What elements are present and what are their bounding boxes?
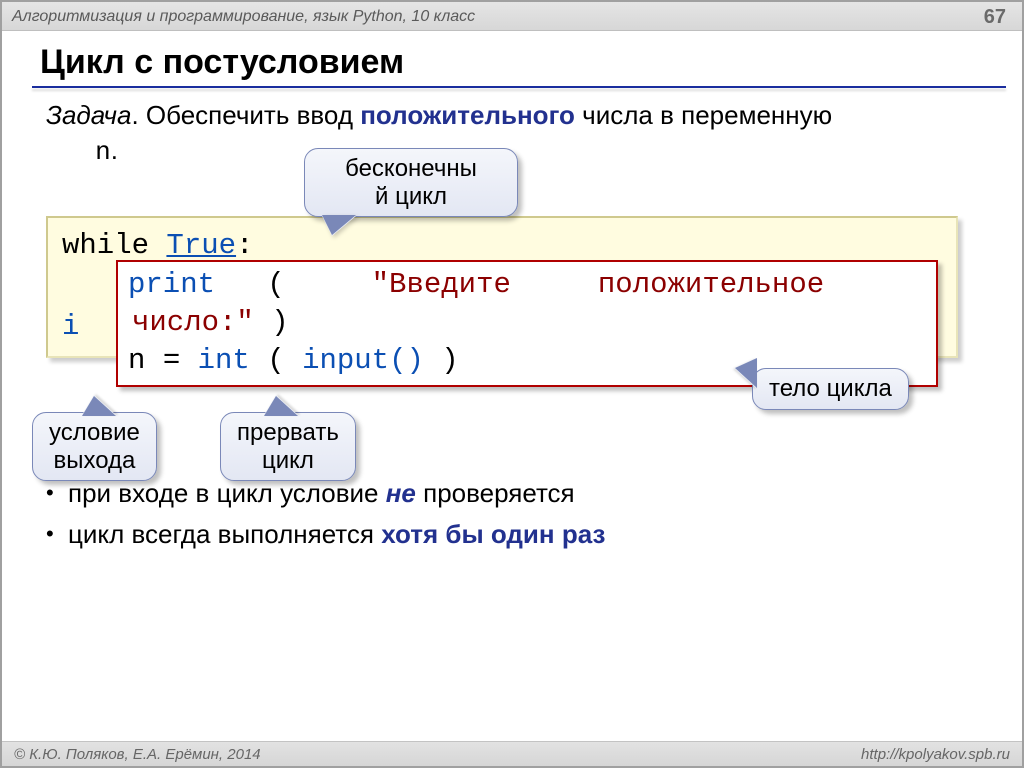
callout-infinite-loop: бесконечны й цикл xyxy=(304,148,518,217)
callout-exit-cond: условие выхода xyxy=(32,412,157,481)
header-bar: Алгоритмизация и программирование, язык … xyxy=(2,2,1022,31)
tok-str2: положительное xyxy=(598,266,824,304)
task-pre: . Обеспечить ввод xyxy=(131,100,360,130)
kw-while: while xyxy=(62,229,149,262)
footer-bar: © К.Ю. Поляков, Е.А. Ерёмин, 2014 http:/… xyxy=(2,741,1022,766)
bullet1-post: проверяется xyxy=(416,478,575,508)
tok-rpar: ) xyxy=(271,306,288,339)
footer-right: http://kpolyakov.spb.ru xyxy=(861,746,1010,763)
callout-loop-body: тело цикла xyxy=(752,368,909,410)
bullet1-pre: при входе в цикл условие xyxy=(68,478,386,508)
bullet-1: при входе в цикл условие не проверяется xyxy=(46,478,982,509)
kw-true: True xyxy=(166,229,236,262)
course-title: Алгоритмизация и программирование, язык … xyxy=(12,8,475,26)
tok-print: print xyxy=(128,266,215,304)
bullet2-pre: цикл всегда выполняется xyxy=(68,519,381,549)
inner-row-str2: число:" ) xyxy=(128,304,926,342)
inner-row-print: print ( "Введите положительное xyxy=(128,266,926,304)
callout-break-loop-tail xyxy=(264,395,298,415)
bullet2-bold: хотя бы один раз xyxy=(381,519,605,549)
task-bold: положительного xyxy=(360,100,575,130)
tok-int: int xyxy=(198,344,250,377)
code-colon: : xyxy=(236,229,253,262)
tok-n: n xyxy=(128,344,145,377)
code-block: while True: i print ( "Введите положител… xyxy=(46,216,958,358)
callout-break-loop: прервать цикл xyxy=(220,412,356,481)
callout-loop-body-tail xyxy=(734,358,756,388)
code-prefix-i: i xyxy=(62,310,79,343)
bullet1-em: не xyxy=(386,478,416,508)
footer-left: © К.Ю. Поляков, Е.А. Ерёмин, 2014 xyxy=(14,746,261,763)
tok-str1: "Введите xyxy=(372,266,511,304)
slide-title: Цикл с постусловием xyxy=(40,43,1022,82)
slide: Алгоритмизация и программирование, язык … xyxy=(0,0,1024,768)
task-label: Задача xyxy=(46,100,131,130)
callout-infinite-loop-tail xyxy=(322,216,356,236)
bullet-list: при входе в цикл условие не проверяется … xyxy=(46,478,982,550)
task-var: n xyxy=(95,137,111,167)
bullet-2: цикл всегда выполняется хотя бы один раз xyxy=(46,519,982,550)
page-number: 67 xyxy=(984,6,1006,29)
slide-body: Задача. Обеспечить ввод положительного ч… xyxy=(2,88,1022,550)
tok-input: input() xyxy=(302,344,424,377)
tok-eq: = xyxy=(163,344,180,377)
callout-exit-cond-tail xyxy=(82,395,116,415)
task-post: числа в переменную xyxy=(575,100,832,130)
task-tail: . xyxy=(111,135,118,165)
tok-str-line2: число:" xyxy=(132,306,254,339)
tok-lpar: ( xyxy=(267,266,284,304)
